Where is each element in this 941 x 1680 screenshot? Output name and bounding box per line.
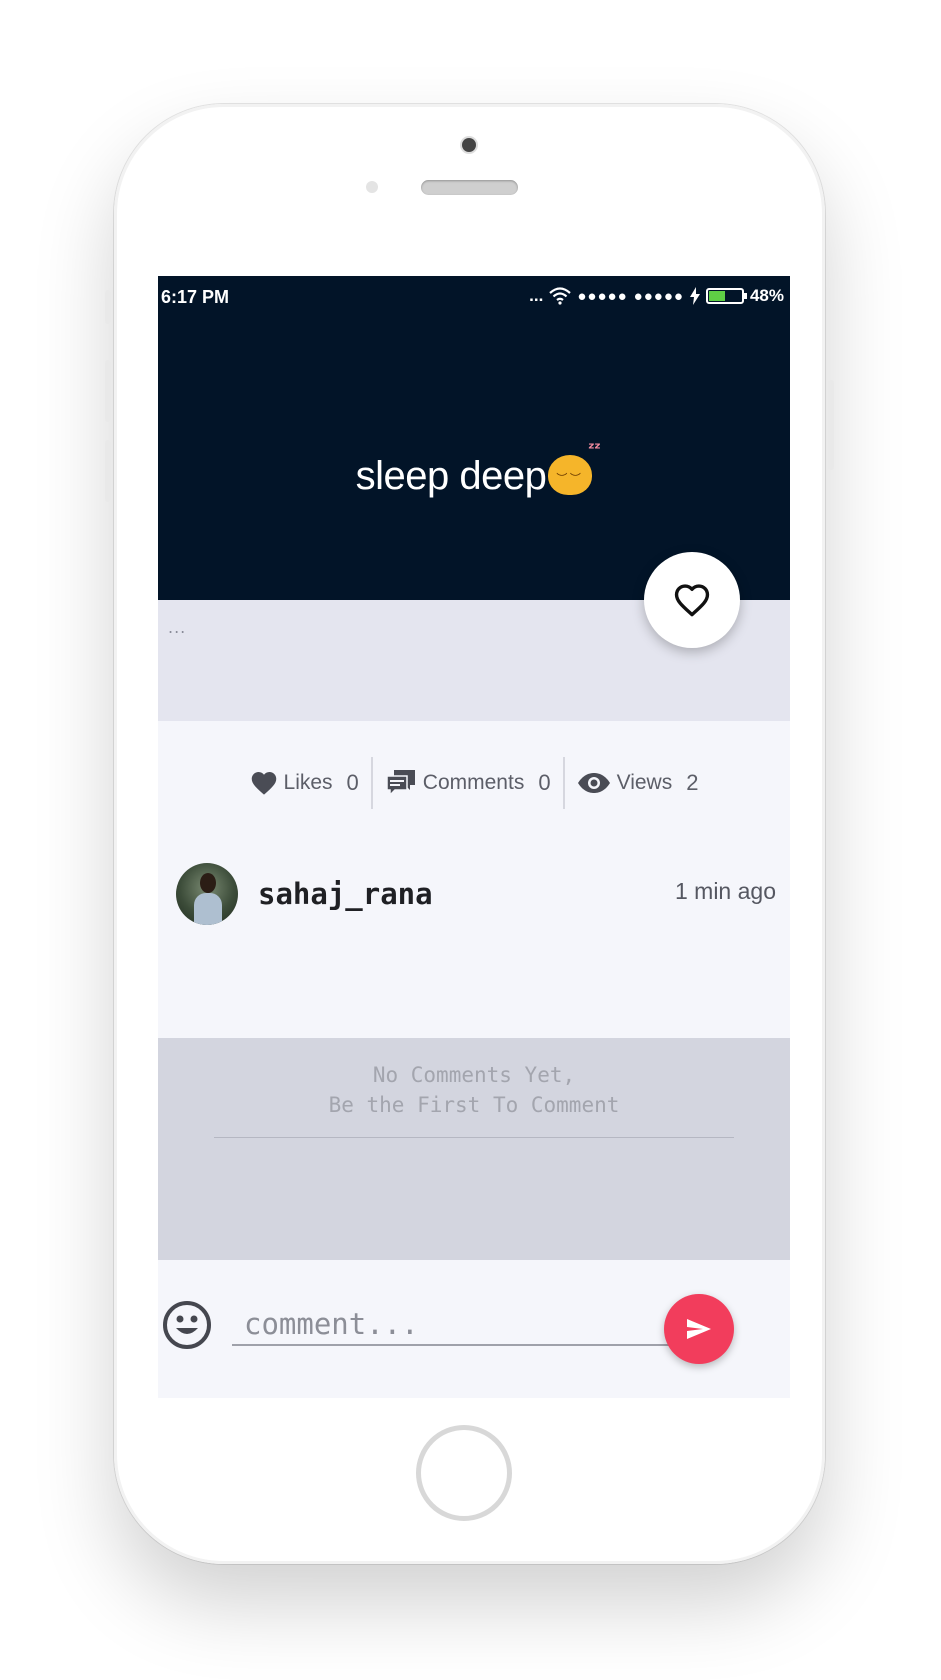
empty-comments-message: No Comments Yet, Be the First To Comment [328, 1063, 620, 1117]
comments-icon [386, 770, 415, 797]
mute-switch [105, 290, 111, 324]
volume-down-button [105, 440, 111, 502]
comments-label: Comments [422, 771, 525, 794]
likes-stat[interactable]: Likes 0 [238, 770, 371, 796]
battery-percent: 48% [749, 286, 784, 305]
app-screen: sleep deep ︶ ︶ ᶻᶻ 6:17 PM ... ●●●●● ●●●●● [158, 276, 790, 1398]
post-text-label: sleep deep [355, 454, 547, 498]
status-bar: 6:17 PM ... ●●●●● ●●●●● 48% [158, 276, 790, 318]
post-stats: Likes 0 Comments 0 Views 2 [158, 756, 790, 810]
charging-bolt-icon [689, 287, 700, 305]
comments-count: 0 [538, 770, 551, 795]
like-fab-button[interactable] [644, 552, 740, 648]
views-label: Views [616, 771, 673, 794]
sim2-signal: ●●●●● [633, 287, 684, 305]
author-row: sahaj_rana 1 min ago [158, 861, 790, 929]
earpiece-speaker [421, 180, 518, 195]
zzz-icon: ᶻᶻ [588, 439, 601, 458]
views-count: 2 [686, 770, 699, 795]
heart-icon [251, 772, 276, 795]
sleeping-face-emoji: ︶ ︶ ᶻᶻ [548, 439, 601, 495]
views-stat[interactable]: Views 2 [565, 770, 711, 796]
post-text: sleep deep ︶ ︶ ᶻᶻ [158, 439, 790, 499]
send-button[interactable] [664, 1294, 734, 1364]
smiley-icon[interactable] [162, 1300, 212, 1350]
front-camera [462, 138, 476, 152]
comments-section: No Comments Yet, Be the First To Comment [158, 1038, 790, 1260]
proximity-sensor [366, 181, 378, 193]
avatar-body [194, 893, 222, 925]
username[interactable]: sahaj_rana [258, 877, 433, 911]
status-indicators: ... ●●●●● ●●●●● 48% [529, 286, 784, 306]
signal-dots: ... [529, 286, 544, 305]
avatar[interactable] [176, 863, 238, 925]
power-button [828, 380, 834, 470]
comment-input[interactable] [232, 1304, 674, 1346]
likes-label: Likes [283, 771, 333, 794]
post-timestamp: 1 min ago [674, 878, 776, 904]
likes-count: 0 [346, 770, 359, 795]
status-time: 6:17 PM [161, 287, 230, 307]
wifi-icon [549, 287, 572, 305]
divider [214, 1137, 734, 1138]
more-caption[interactable]: ... [168, 618, 186, 637]
comment-composer [158, 1260, 790, 1398]
heart-outline-icon [674, 584, 710, 617]
mockup-stage: sleep deep ︶ ︶ ᶻᶻ 6:17 PM ... ●●●●● ●●●●● [0, 0, 941, 1680]
battery-level [708, 291, 726, 301]
avatar-head [200, 873, 216, 893]
sleeping-eyes: ︶ ︶ [556, 472, 581, 485]
battery-icon [705, 288, 747, 304]
sim1-signal: ●●●●● [577, 287, 628, 305]
eye-icon [577, 773, 610, 793]
comments-stat[interactable]: Comments 0 [373, 768, 563, 798]
send-icon [687, 1319, 711, 1339]
home-button[interactable] [416, 1425, 512, 1521]
volume-up-button [105, 360, 111, 422]
